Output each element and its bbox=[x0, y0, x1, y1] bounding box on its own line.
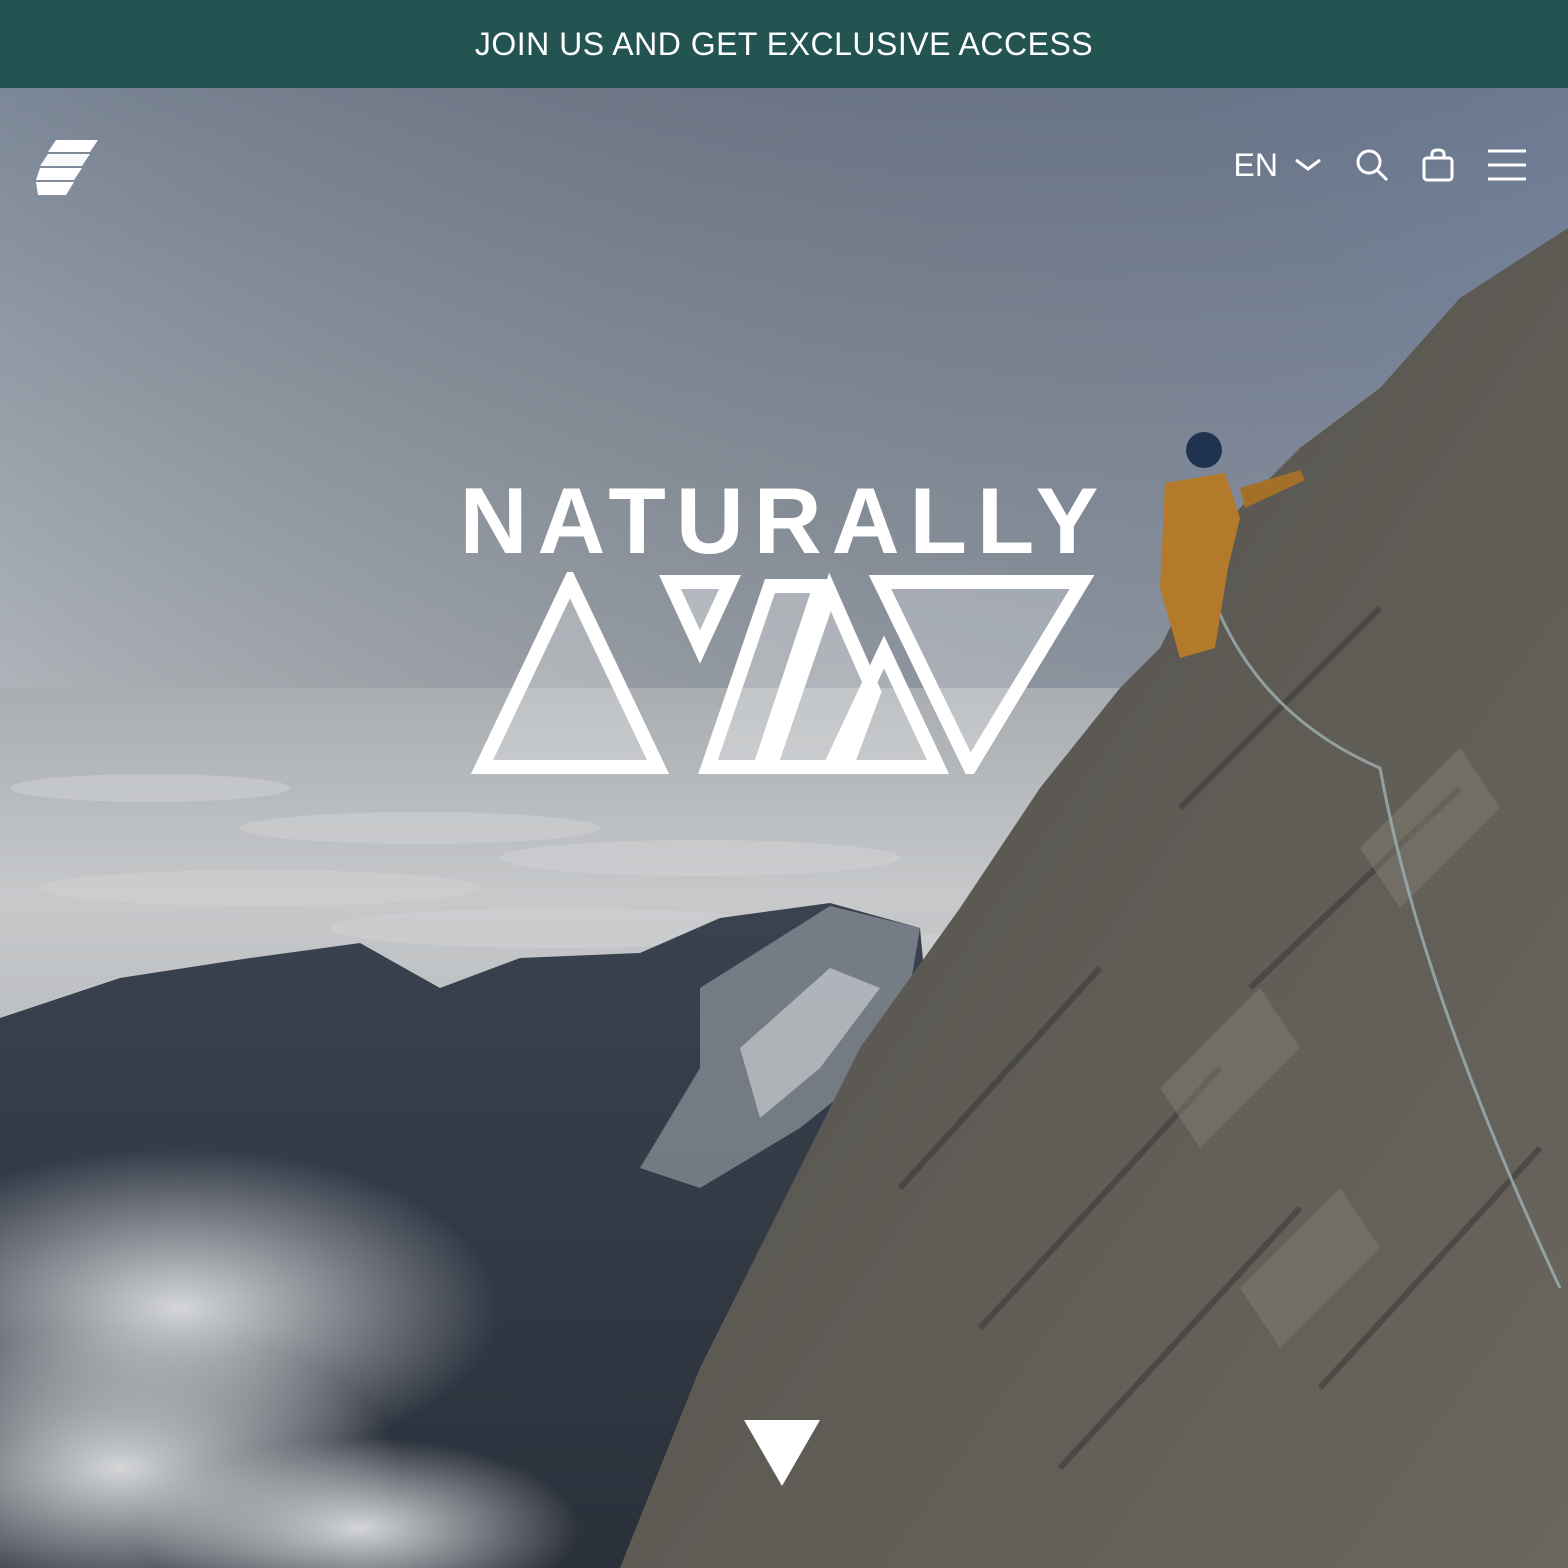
search-icon[interactable] bbox=[1354, 147, 1390, 183]
mountain-triangles-mark bbox=[470, 572, 1095, 774]
hero-title: NATURALLY bbox=[459, 468, 1109, 573]
hero-background-photo bbox=[0, 88, 1568, 1568]
hamburger-menu-icon[interactable] bbox=[1486, 147, 1528, 183]
chevron-down-icon bbox=[1295, 158, 1321, 171]
brand-logo-icon[interactable] bbox=[36, 140, 100, 196]
language-selector[interactable]: EN bbox=[1234, 147, 1322, 184]
announcement-bar[interactable]: JOIN US AND GET EXCLUSIVE ACCESS bbox=[0, 0, 1568, 88]
hero-section: EN NATURALLY bbox=[0, 88, 1568, 1568]
header-nav: EN bbox=[1234, 143, 1528, 187]
down-triangle-icon[interactable] bbox=[744, 1420, 820, 1486]
language-label: EN bbox=[1233, 146, 1278, 183]
announcement-text[interactable]: JOIN US AND GET EXCLUSIVE ACCESS bbox=[475, 26, 1093, 63]
shopping-bag-icon[interactable] bbox=[1420, 147, 1456, 183]
